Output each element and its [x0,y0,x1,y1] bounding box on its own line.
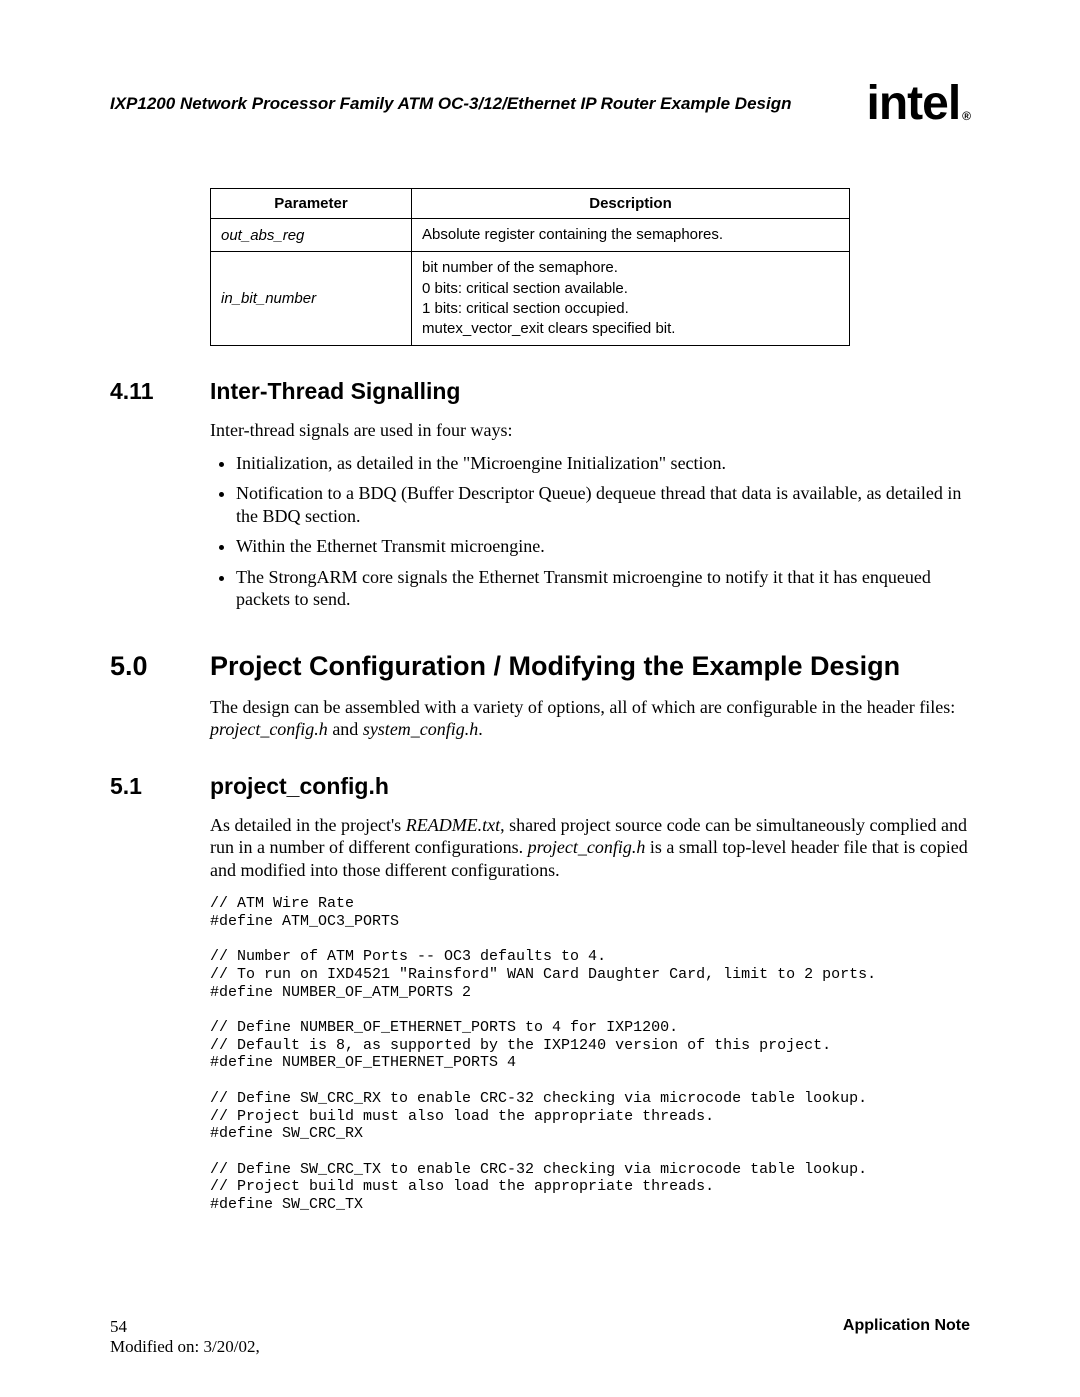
list-item: Within the Ethernet Transmit microengine… [236,535,970,558]
table-header-parameter: Parameter [211,189,412,219]
desc-line: 0 bits: critical section available. [422,279,839,299]
section-number: 5.0 [110,651,210,682]
text: The design can be assembled with a varie… [210,697,955,717]
section-heading-411: 4.11 Inter-Thread Signalling [110,378,970,405]
desc-line: Absolute register containing the semapho… [422,225,839,245]
section-title: Inter-Thread Signalling [210,378,460,405]
table-row: in_bit_number bit number of the semaphor… [211,252,850,346]
filename: README.txt [406,815,500,835]
filename: system_config.h [363,719,478,739]
filename: project_config.h [210,719,328,739]
intel-logo: intel ® [866,80,970,128]
paragraph: As detailed in the project's README.txt,… [210,814,970,882]
filename: project_config.h [528,837,646,857]
paragraph: The design can be assembled with a varie… [210,696,970,741]
param-desc: Absolute register containing the semapho… [412,219,850,252]
desc-line: 1 bits: critical section occupied. [422,299,839,319]
paragraph: Inter-thread signals are used in four wa… [210,419,970,442]
section-heading-50: 5.0 Project Configuration / Modifying th… [110,651,970,682]
section-50-body: The design can be assembled with a varie… [110,696,970,741]
section-51-body: As detailed in the project's README.txt,… [110,814,970,1214]
page-number: 54 [110,1317,260,1337]
param-desc: bit number of the semaphore. 0 bits: cri… [412,252,850,346]
page-footer: 54 Modified on: 3/20/02, Application Not… [110,1317,970,1357]
section-title: Project Configuration / Modifying the Ex… [210,651,900,682]
page: IXP1200 Network Processor Family ATM OC-… [0,0,1080,1397]
list-item: Initialization, as detailed in the "Micr… [236,452,970,475]
text: . [478,719,483,739]
param-name: in_bit_number [211,252,412,346]
text: and [328,719,363,739]
section-title: project_config.h [210,773,389,800]
desc-line: mutex_vector_exit clears specified bit. [422,319,839,339]
code-block: // ATM Wire Rate #define ATM_OC3_PORTS /… [210,895,970,1213]
desc-line: bit number of the semaphore. [422,258,839,278]
registered-mark: ® [962,110,970,122]
text: As detailed in the project's [210,815,406,835]
running-title: IXP1200 Network Processor Family ATM OC-… [110,94,791,114]
table-row: out_abs_reg Absolute register containing… [211,219,850,252]
content-area: Parameter Description out_abs_reg Absolu… [110,188,970,346]
list-item: The StrongARM core signals the Ethernet … [236,566,970,611]
modified-date: Modified on: 3/20/02, [110,1337,260,1357]
param-name: out_abs_reg [211,219,412,252]
running-head: IXP1200 Network Processor Family ATM OC-… [110,80,970,128]
section-heading-51: 5.1 project_config.h [110,773,970,800]
section-number: 5.1 [110,773,210,800]
section-411-body: Inter-thread signals are used in four wa… [110,419,970,611]
logo-text: intel [866,80,960,128]
bullet-list: Initialization, as detailed in the "Micr… [210,452,970,611]
footer-left: 54 Modified on: 3/20/02, [110,1317,260,1357]
list-item: Notification to a BDQ (Buffer Descriptor… [236,482,970,527]
parameter-table: Parameter Description out_abs_reg Absolu… [210,188,850,346]
table-header-description: Description [412,189,850,219]
footer-right: Application Note [843,1317,970,1357]
section-number: 4.11 [110,378,210,405]
